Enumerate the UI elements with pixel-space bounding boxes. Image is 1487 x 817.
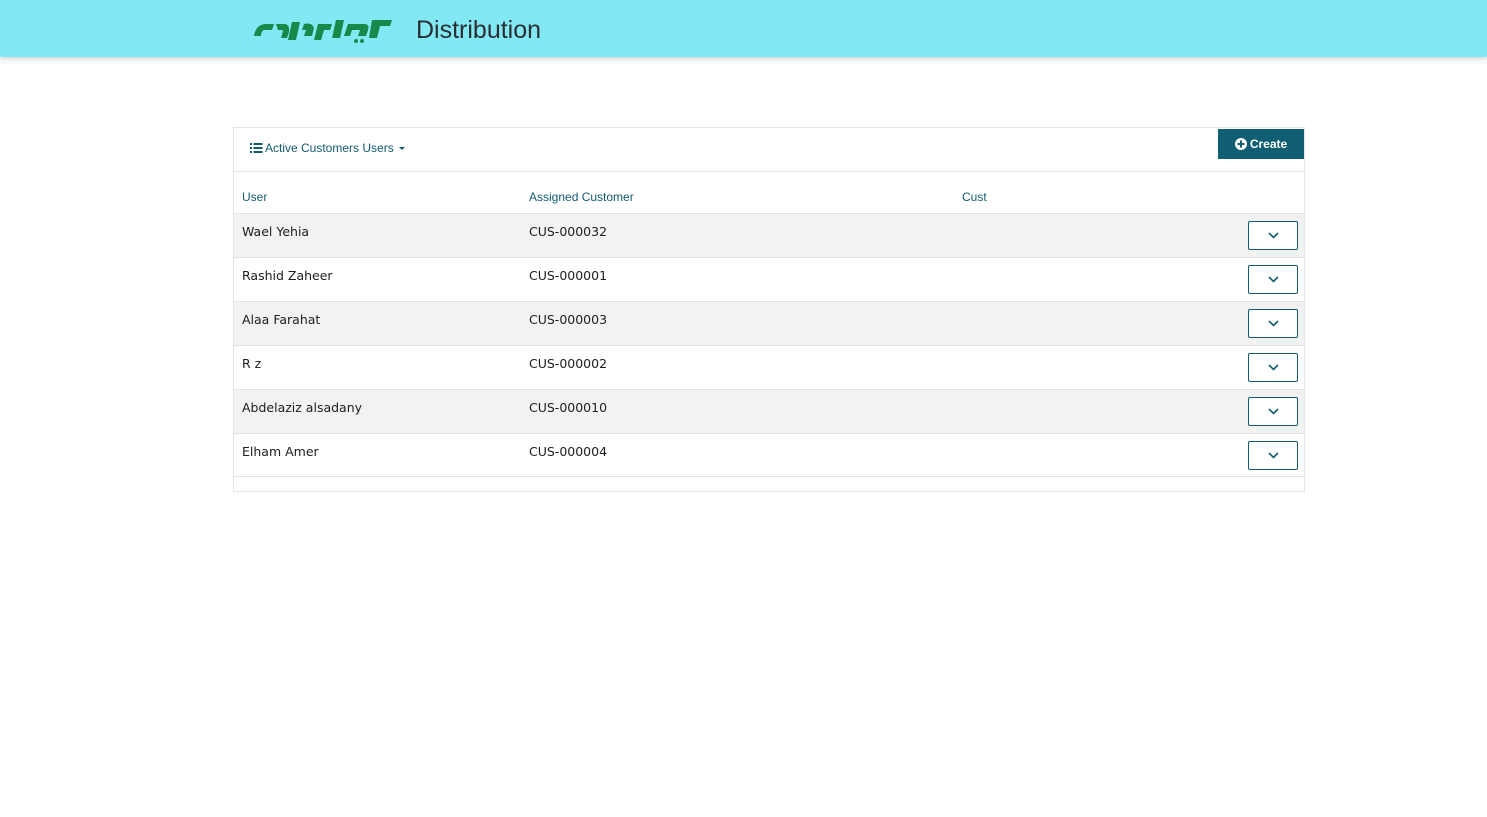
table-row[interactable]: Elham Amer CUS-000004 <box>234 433 1304 477</box>
row-expand-button[interactable] <box>1248 441 1298 470</box>
assigned-customer-cell: CUS-000004 <box>529 444 608 459</box>
panel-toolbar: Active Customers Users Create <box>234 128 1304 172</box>
assigned-customer-cell: CUS-000032 <box>529 224 608 239</box>
create-button-label: Create <box>1249 137 1288 151</box>
table-row[interactable]: Wael Yehia CUS-000032 <box>234 213 1304 257</box>
chevron-down-icon <box>1267 320 1279 327</box>
column-header-assigned-customer[interactable]: Assigned Customer <box>529 190 634 204</box>
user-cell: Elham Amer <box>242 444 319 459</box>
row-expand-button[interactable] <box>1248 397 1298 426</box>
top-navbar: Distribution <box>0 0 1487 57</box>
assigned-customer-cell: CUS-000003 <box>529 312 608 327</box>
app-title: Distribution <box>416 16 542 44</box>
view-selector-dropdown[interactable]: Active Customers Users <box>250 140 405 156</box>
chevron-down-icon <box>1267 452 1279 459</box>
chevron-down-icon <box>1267 364 1279 371</box>
create-button[interactable]: Create <box>1218 129 1304 159</box>
assigned-customer-cell: CUS-000002 <box>529 356 608 371</box>
chevron-down-icon <box>1267 276 1279 283</box>
user-cell: Wael Yehia <box>242 224 310 239</box>
plus-circle-icon <box>1234 138 1247 150</box>
view-selector-label: Active Customers Users <box>265 141 394 155</box>
row-expand-button[interactable] <box>1248 309 1298 338</box>
user-cell: R z <box>242 356 262 371</box>
row-expand-button[interactable] <box>1248 265 1298 294</box>
list-icon <box>250 143 263 153</box>
table-row[interactable]: Rashid Zaheer CUS-000001 <box>234 257 1304 301</box>
row-expand-button[interactable] <box>1248 353 1298 382</box>
assigned-customer-cell: CUS-000010 <box>529 400 608 415</box>
caret-down-icon <box>398 146 405 150</box>
row-expand-button[interactable] <box>1248 221 1298 250</box>
customer-users-panel: Active Customers Users Create User Assig… <box>233 127 1305 492</box>
column-header-cust[interactable]: Cust <box>962 190 987 204</box>
table-row[interactable]: Abdelaziz alsadany CUS-000010 <box>234 389 1304 433</box>
table-row[interactable]: R z CUS-000002 <box>234 345 1304 389</box>
brand-logo[interactable] <box>252 14 394 44</box>
user-cell: Abdelaziz alsadany <box>242 400 363 415</box>
column-header-user[interactable]: User <box>242 190 267 204</box>
chevron-down-icon <box>1267 232 1279 239</box>
user-cell: Rashid Zaheer <box>242 268 333 283</box>
user-cell: Alaa Farahat <box>242 312 321 327</box>
chevron-down-icon <box>1267 408 1279 415</box>
table-bottom-border <box>234 476 1304 477</box>
table-row[interactable]: Alaa Farahat CUS-000003 <box>234 301 1304 345</box>
assigned-customer-cell: CUS-000001 <box>529 268 608 283</box>
